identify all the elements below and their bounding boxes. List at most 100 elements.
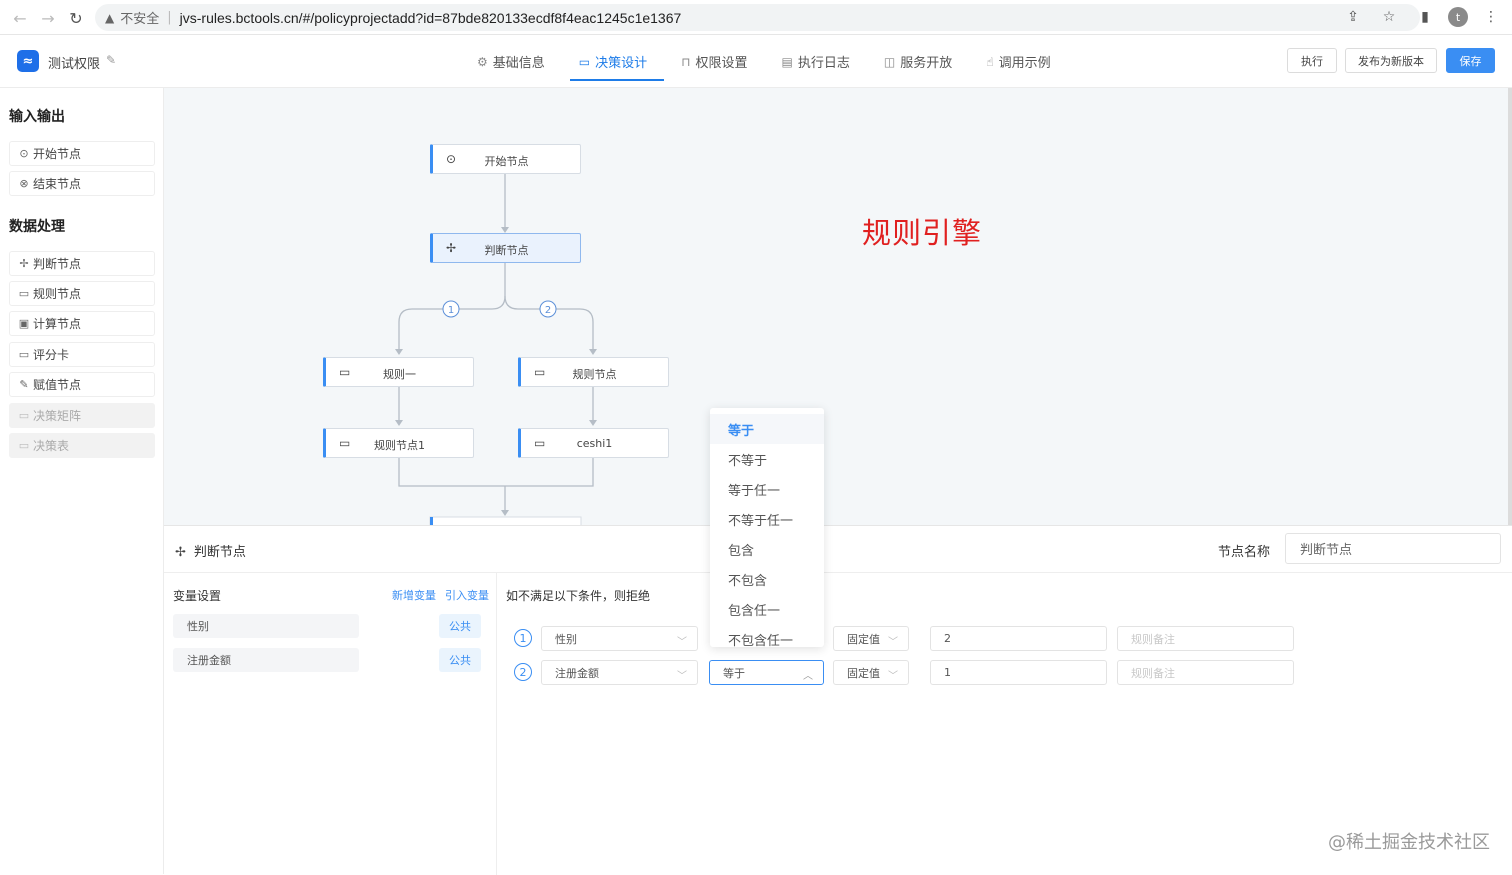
- flow-node-start[interactable]: ⊙ 开始节点: [430, 144, 581, 174]
- play-icon: ⊙: [19, 147, 29, 160]
- palette-judge-node[interactable]: ✢ 判断节点: [9, 251, 155, 276]
- node-name-input[interactable]: 判断节点: [1285, 533, 1501, 564]
- variable-row[interactable]: 注册金额: [173, 648, 359, 672]
- separator: |: [167, 10, 172, 25]
- palette-decision-matrix: ▭ 决策矩阵: [9, 403, 155, 428]
- palette-label: 开始节点: [33, 147, 82, 161]
- palette-end-node[interactable]: ⊗ 结束节点: [9, 171, 155, 196]
- processing-section-title: 数据处理: [9, 219, 65, 235]
- url-text: jvs-rules.bctools.cn/#/policyprojectadd?…: [179, 9, 682, 26]
- save-button[interactable]: 保存: [1446, 48, 1495, 73]
- flow-canvas[interactable]: 1 2 ⊙ 开始节点 ✢ 判断节点 ▭ 规则一 ▭ 规则节点 ▭ 规则节点1 ▭ ceshi…: [164, 88, 1508, 525]
- value-type-select[interactable]: 固定值 ﹀: [833, 660, 909, 685]
- card-icon: ▭: [18, 409, 30, 422]
- node-palette: 输入输出 ⊙ 开始节点 ⊗ 结束节点 数据处理 ✢ 判断节点 ▭ 规则节点 ▣ 计算节点 …: [0, 88, 164, 874]
- flow-connectors: 1 2: [395, 174, 597, 525]
- calculator-icon: ▣: [18, 317, 30, 330]
- edit-name-icon[interactable]: ✎: [106, 53, 116, 67]
- tab-bar: ⚙ 基础信息 ▭ 决策设计 ⊓ 权限设置 ▤ 执行日志 ◫ 服务开放 ☝ 调用示例: [460, 35, 1068, 88]
- dropdown-option[interactable]: 等于: [710, 414, 824, 444]
- back-icon[interactable]: ←: [6, 4, 34, 32]
- node-name-label: 节点名称: [1218, 545, 1271, 560]
- flow-node-rule-1[interactable]: ▭ 规则节点1: [323, 428, 474, 458]
- flow-node-ceshi[interactable]: ▭ ceshi1: [518, 428, 669, 458]
- var-title: 变量设置: [173, 589, 222, 603]
- sidebar-toggle-icon[interactable]: ▮: [1412, 4, 1438, 30]
- watermark: @稀土掘金技术社区: [1328, 832, 1490, 853]
- config-title-text: 判断节点: [193, 545, 246, 560]
- more-menu-icon[interactable]: ⋮: [1478, 4, 1504, 30]
- share-icon[interactable]: ⇪: [1340, 4, 1366, 30]
- forward-icon[interactable]: →: [34, 4, 62, 32]
- move-icon: ✢: [19, 257, 29, 270]
- star-icon[interactable]: ☆: [1376, 4, 1402, 30]
- canvas-scrollbar[interactable]: [1508, 88, 1512, 525]
- tab-label: 基础信息: [492, 56, 545, 71]
- flow-node-rule-one[interactable]: ▭ 规则一: [323, 357, 474, 387]
- node-label: ceshi1: [576, 437, 613, 450]
- dropdown-option[interactable]: 等于任一: [710, 474, 824, 504]
- dropdown-option[interactable]: 包含: [710, 534, 824, 564]
- card-icon: ▭: [18, 348, 30, 361]
- node-label: 判断节点: [484, 244, 529, 257]
- condition-field-select[interactable]: 性别 ﹀: [541, 626, 698, 651]
- run-button[interactable]: 执行: [1287, 48, 1337, 73]
- dropdown-option[interactable]: 不等于任一: [710, 504, 824, 534]
- flow-node-rule[interactable]: ▭ 规则节点: [518, 357, 669, 387]
- publish-button[interactable]: 发布为新版本: [1345, 48, 1437, 73]
- gear-icon: ⚙: [477, 54, 488, 69]
- palette-start-node[interactable]: ⊙ 开始节点: [9, 141, 155, 166]
- node-label: 规则节点: [572, 368, 617, 381]
- dropdown-option[interactable]: 不等于: [710, 444, 824, 474]
- value-type-select[interactable]: 固定值 ﹀: [833, 626, 909, 651]
- condition-value-input[interactable]: 1: [930, 660, 1107, 685]
- field-value: 等于: [723, 666, 745, 680]
- chevron-down-icon: ﹀: [677, 637, 687, 648]
- dropdown-option[interactable]: 包含任一: [710, 594, 824, 624]
- condition-field-select[interactable]: 注册金额 ﹀: [541, 660, 698, 685]
- browser-actions: ⇪ ☆ ▮ t ⋮: [1340, 4, 1504, 30]
- tab-service[interactable]: ◫ 服务开放: [867, 35, 969, 88]
- variable-panel: 变量设置 新增变量 引入变量 性别 公共 注册金额 公共: [164, 573, 497, 875]
- variable-tag: 公共: [439, 648, 481, 672]
- palette-rule-node[interactable]: ▭ 规则节点: [9, 281, 155, 306]
- palette-label: 规则节点: [33, 287, 82, 301]
- dropdown-option[interactable]: 不包含: [710, 564, 824, 594]
- rule-remark-input[interactable]: 规则备注: [1117, 626, 1294, 651]
- node-label: 规则节点1: [374, 439, 425, 452]
- reload-icon[interactable]: ↻: [62, 4, 90, 32]
- palette-label: 结束节点: [33, 177, 82, 191]
- palette-label: 评分卡: [33, 348, 70, 362]
- variable-row[interactable]: 性别: [173, 614, 359, 638]
- dropdown-option[interactable]: 不包含任一: [710, 624, 824, 648]
- import-variable-link[interactable]: 引入变量: [445, 587, 489, 603]
- profile-avatar[interactable]: t: [1448, 7, 1468, 27]
- tab-label: 服务开放: [900, 56, 953, 71]
- palette-assign-node[interactable]: ✎ 赋值节点: [9, 372, 155, 397]
- palette-calc-node[interactable]: ▣ 计算节点: [9, 311, 155, 336]
- palette-label: 决策表: [33, 439, 70, 453]
- operator-select[interactable]: 等于 ︿: [709, 660, 824, 685]
- condition-value-input[interactable]: 2: [930, 626, 1107, 651]
- palette-label: 判断节点: [33, 257, 82, 271]
- add-variable-link[interactable]: 新增变量: [392, 587, 436, 603]
- flow-node-judge[interactable]: ✢ 判断节点: [430, 233, 581, 263]
- stop-icon: ⊗: [19, 177, 29, 190]
- variable-tag: 公共: [439, 614, 481, 638]
- card-icon: ▭: [18, 287, 30, 300]
- tab-permission[interactable]: ⊓ 权限设置: [664, 35, 764, 88]
- rule-condition-title: 如不满足以下条件，则拒绝: [506, 589, 651, 603]
- field-value: 固定值: [847, 666, 880, 680]
- tab-example[interactable]: ☝ 调用示例: [969, 35, 1067, 88]
- tab-exec-log[interactable]: ▤ 执行日志: [765, 35, 867, 88]
- tab-basic-info[interactable]: ⚙ 基础信息: [460, 35, 562, 88]
- edge-merge: [398, 458, 594, 487]
- rule-remark-input[interactable]: 规则备注: [1117, 660, 1294, 685]
- palette-scorecard[interactable]: ▭ 评分卡: [9, 342, 155, 367]
- app-name: 测试权限: [48, 57, 101, 72]
- address-bar[interactable]: ▲ 不安全 | jvs-rules.bctools.cn/#/policypro…: [95, 4, 1420, 31]
- tab-decision-design[interactable]: ▭ 决策设计: [562, 35, 665, 88]
- chevron-down-icon: ﹀: [677, 671, 687, 682]
- book-icon: ◫: [883, 54, 896, 69]
- branch-badge-1-label: 1: [448, 305, 454, 316]
